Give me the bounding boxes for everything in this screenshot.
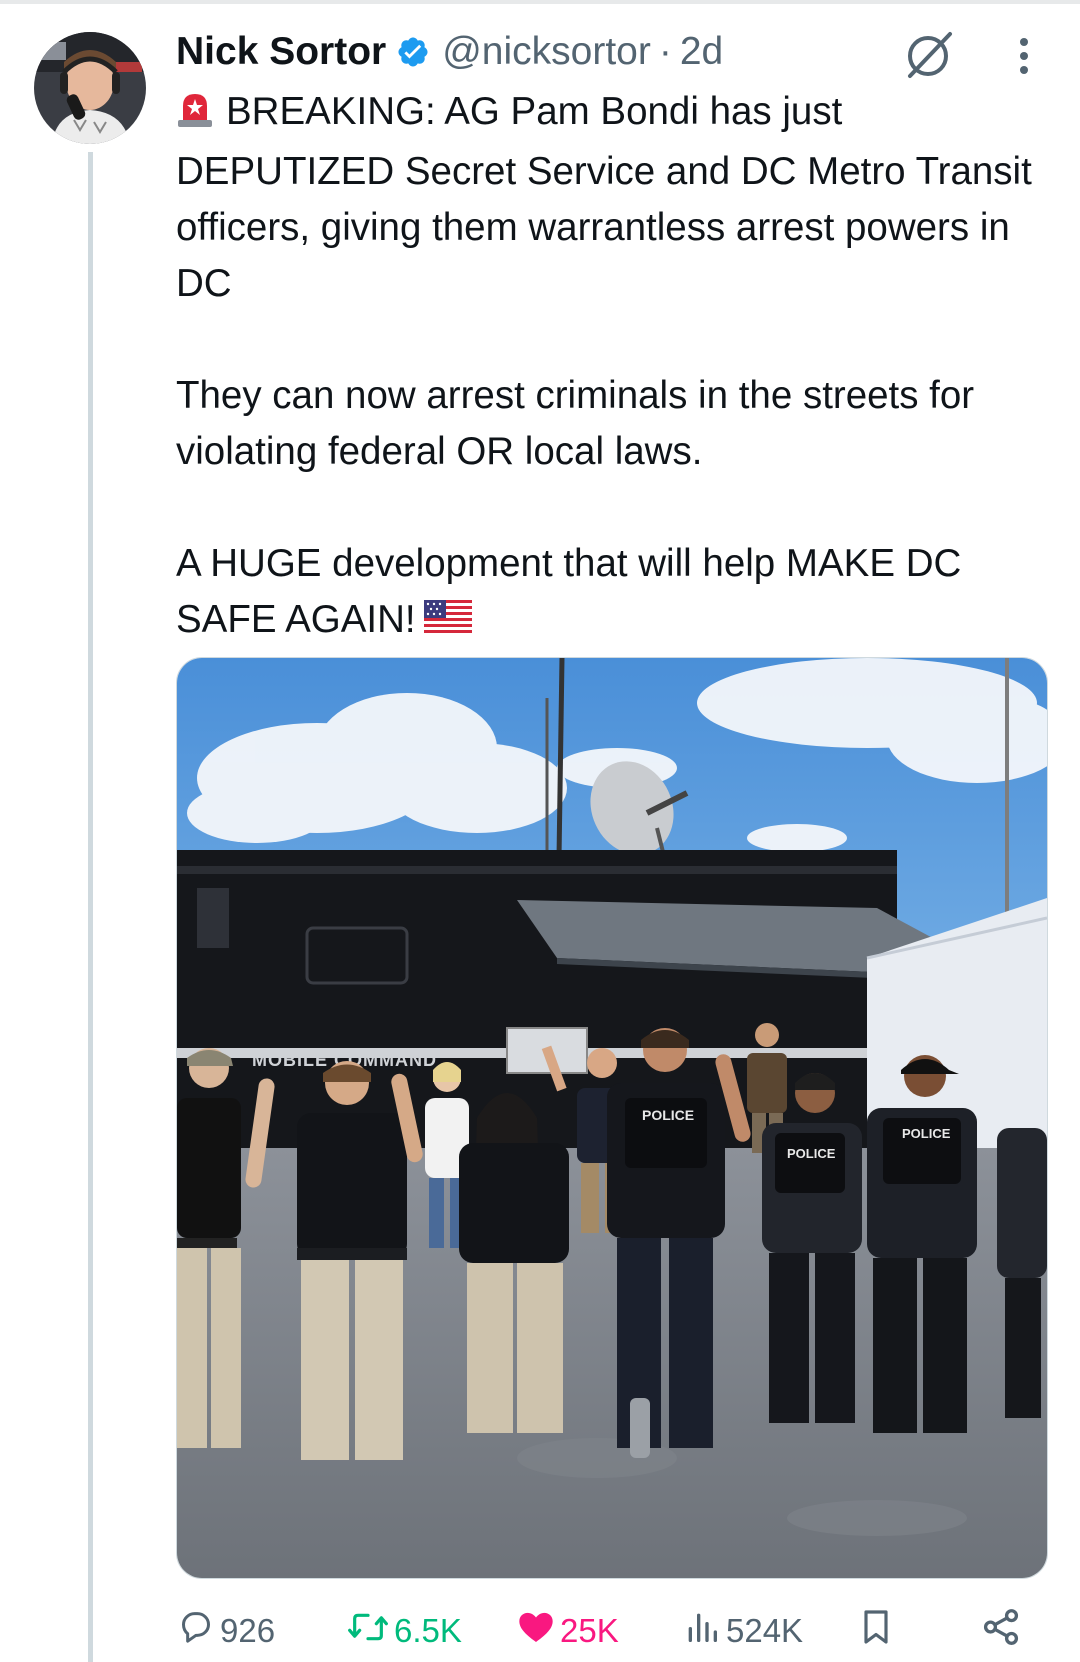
bookmark-icon [856,1606,900,1656]
repost-button[interactable]: 6.5K [346,1606,462,1656]
display-name[interactable]: Nick Sortor [176,30,386,74]
more-options-icon[interactable] [1010,34,1038,78]
timestamp[interactable]: 2d [680,30,723,74]
tweet-paragraph-3-text: A HUGE development that will help MAKE D… [176,542,962,641]
vest-text-3: POLICE [902,1126,951,1141]
grok-icon[interactable] [904,28,956,80]
tweet-paragraph-2: They can now arrest criminals in the str… [176,374,975,473]
bookmark-button[interactable] [856,1606,900,1656]
like-count: 25K [560,1612,619,1649]
like-button[interactable]: 25K [516,1606,619,1656]
us-flag-emoji [423,596,472,652]
views-icon [682,1607,726,1655]
tweet-header: Nick Sortor @nicksortor · 2d [176,24,723,80]
heart-icon [516,1607,560,1655]
tweet-paragraph-3: A HUGE development that will help MAKE D… [176,536,1056,652]
tweet-photo[interactable]: MOBILE COMMAND POLICE POLICE POLICE [176,657,1048,1579]
separator-dot: · [658,30,672,73]
repost-icon [346,1607,394,1655]
tweet-text: BREAKING: AG Pam Bondi has just DEPUTIZE… [176,84,1056,652]
views-count: 524K [726,1612,804,1649]
thread-line [88,152,93,1662]
share-icon [980,1606,1026,1656]
top-divider [0,0,1080,4]
tweet-paragraph-1-text: BREAKING: AG Pam Bondi has just DEPUTIZE… [176,90,1032,305]
handle[interactable]: @nicksortor [442,30,651,74]
police-car-light-emoji [176,88,214,144]
tweet-paragraph-1: BREAKING: AG Pam Bondi has just DEPUTIZE… [176,84,1056,312]
avatar-image [34,32,146,144]
reply-icon [176,1607,220,1655]
avatar[interactable] [34,32,146,144]
verified-badge-icon[interactable] [396,35,430,69]
repost-count: 6.5K [394,1612,462,1649]
reply-button[interactable]: 926 [176,1606,275,1656]
share-button[interactable] [980,1606,1026,1656]
tweet-actions: 926 6.5K 25K 524K [176,1606,1056,1656]
reply-count: 926 [220,1612,276,1649]
vest-text-2: POLICE [787,1146,836,1161]
vest-text-1: POLICE [642,1107,694,1123]
photo-illustration: MOBILE COMMAND POLICE POLICE POLICE [177,658,1047,1578]
tweet-page: Nick Sortor @nicksortor · 2d BREAKING: A… [0,0,1080,1662]
views-button[interactable]: 524K [682,1606,803,1656]
